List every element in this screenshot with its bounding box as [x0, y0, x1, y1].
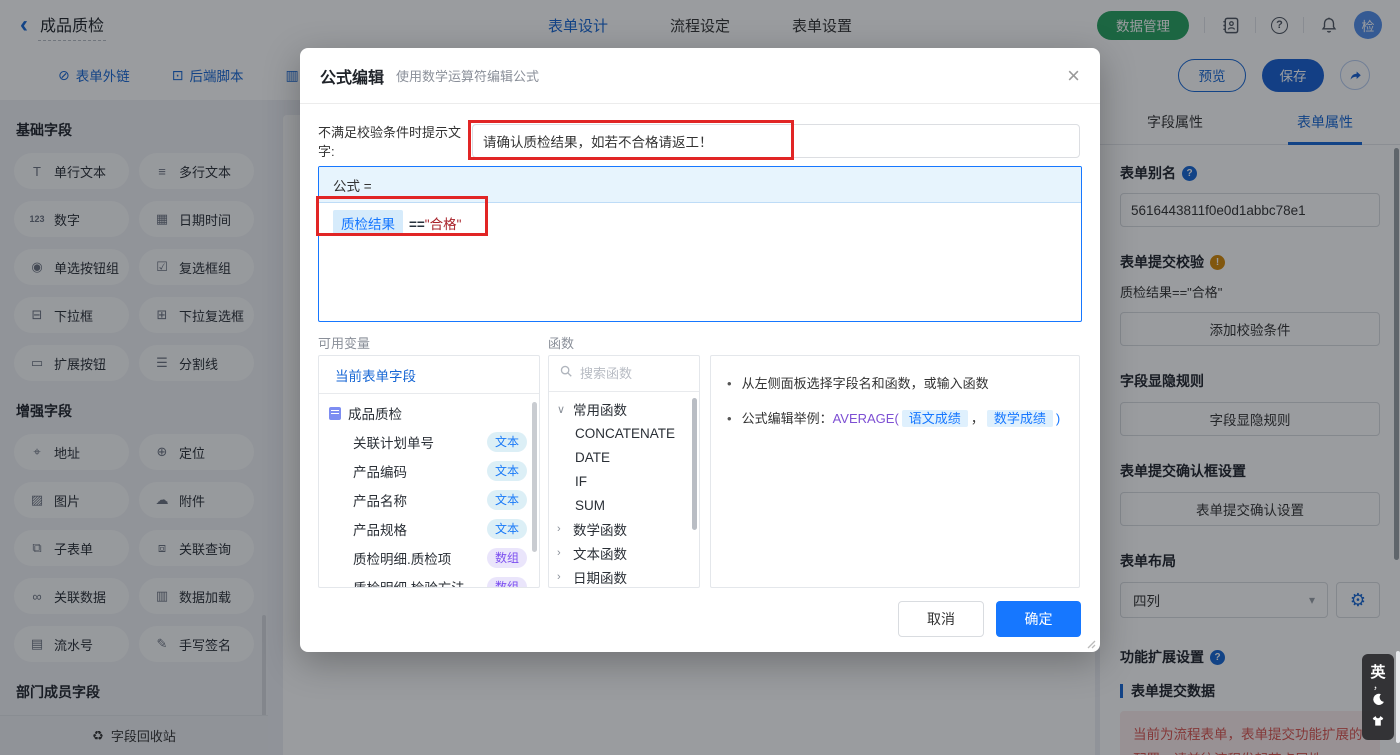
function-item[interactable]: SUM	[549, 493, 699, 517]
variables-label: 可用变量	[318, 336, 371, 351]
modal-subtitle: 使用数学运算符编辑公式	[396, 69, 540, 84]
close-icon[interactable]: ×	[1067, 64, 1080, 87]
ime-widget[interactable]: 英 ，	[1362, 654, 1394, 740]
chevron-right-icon: ›	[557, 547, 561, 559]
example-field-chip: 数学成绩	[986, 409, 1053, 427]
ime-language-indicator[interactable]: 英	[1370, 661, 1385, 682]
moon-icon[interactable]	[1371, 692, 1386, 712]
type-badge: 文本	[486, 431, 527, 452]
function-group-date[interactable]: › 日期函数	[549, 565, 699, 587]
hint-message-input[interactable]	[472, 124, 1080, 158]
formula-operator: ==	[409, 217, 425, 232]
formula-edit-modal: 公式编辑 使用数学运算符编辑公式 × 不满足校验条件时提示文字: 公式 = 质检…	[300, 48, 1100, 652]
function-item[interactable]: DATE	[549, 445, 699, 469]
example-function-name: AVERAGE(	[832, 410, 899, 426]
function-search-input[interactable]	[580, 366, 680, 381]
variable-row[interactable]: 产品名称 文本	[319, 485, 539, 514]
variable-row[interactable]: 关联计划单号 文本	[319, 427, 539, 456]
search-icon	[559, 364, 573, 383]
function-group-text[interactable]: › 文本函数	[549, 541, 699, 565]
function-item[interactable]: CONCATENATE	[549, 421, 699, 445]
type-badge: 数组	[486, 576, 527, 587]
type-badge: 文本	[486, 460, 527, 481]
bullet-icon: •	[727, 410, 732, 426]
formula-header: 公式 =	[319, 167, 1081, 203]
hint-label: 不满足校验条件时提示文字:	[318, 125, 462, 159]
formula-editor[interactable]: 公式 = 质检结果 =="合格"	[318, 166, 1082, 322]
function-group-common[interactable]: ∨ 常用函数	[549, 397, 699, 421]
example-field-chip: 语文成绩	[901, 409, 968, 427]
formula-field-chip[interactable]: 质检结果	[333, 210, 403, 236]
type-badge: 文本	[486, 489, 527, 510]
resize-handle[interactable]	[1084, 636, 1096, 649]
ime-punctuation-indicator[interactable]: ，	[1373, 682, 1383, 692]
function-group-math[interactable]: › 数学函数	[549, 517, 699, 541]
tip-example-line: • 公式编辑举例：AVERAGE(语文成绩，数学成绩)	[727, 409, 1063, 430]
functions-panel: ∨常用函数 CONCATENATE DATE IF SUM ›数学函数 ›文本函…	[548, 355, 700, 588]
type-badge: 数组	[486, 547, 527, 568]
function-item[interactable]: IF	[549, 469, 699, 493]
tip-line: • 从左侧面板选择字段名和函数，或输入函数	[727, 374, 1063, 395]
functions-label: 函数	[548, 336, 575, 351]
variable-row[interactable]: 产品编码 文本	[319, 456, 539, 485]
page-scrollbar-thumb[interactable]	[1396, 651, 1400, 743]
modal-title: 公式编辑	[320, 69, 385, 87]
tips-panel: • 从左侧面板选择字段名和函数，或输入函数 • 公式编辑举例：AVERAGE(语文…	[710, 355, 1080, 588]
variable-row[interactable]: 质检明细.质检项 数组	[319, 543, 539, 572]
functions-scrollbar-thumb[interactable]	[692, 398, 697, 530]
shirt-icon[interactable]	[1371, 714, 1385, 733]
confirm-button[interactable]: 确定	[996, 601, 1081, 637]
type-badge: 文本	[486, 518, 527, 539]
chevron-right-icon: ›	[557, 571, 561, 583]
variable-row[interactable]: 产品规格 文本	[319, 514, 539, 543]
chevron-down-icon: ∨	[557, 403, 566, 416]
tab-current-form-fields[interactable]: 当前表单字段	[319, 356, 539, 394]
variables-root-node[interactable]: 成品质检	[319, 399, 539, 427]
cancel-button[interactable]: 取消	[898, 601, 984, 637]
chevron-right-icon: ›	[557, 523, 561, 535]
bullet-icon: •	[727, 376, 732, 391]
formula-value: "合格"	[424, 217, 462, 232]
variables-scrollbar-thumb[interactable]	[532, 402, 537, 552]
variables-panel: 当前表单字段 成品质检 关联计划单号 文本 产品编码 文本 产品名称 文本 产品规格文…	[318, 355, 540, 588]
variable-row[interactable]: 质检明细.检验方法 数组	[319, 572, 539, 587]
form-doc-icon	[329, 406, 341, 420]
